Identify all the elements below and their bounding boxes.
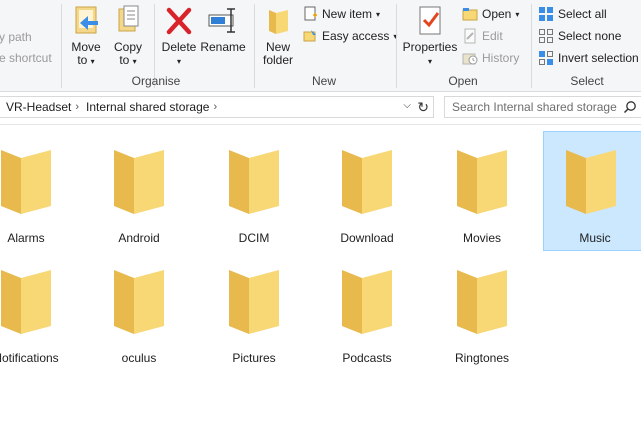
properties-button[interactable]: Properties ▾ <box>402 4 458 68</box>
select-all-icon <box>539 7 553 21</box>
breadcrumb-separator-icon[interactable]: › <box>213 101 217 113</box>
history-label: History <box>482 51 520 65</box>
select-none-label: Select none <box>558 29 622 43</box>
folder-icon <box>229 270 279 334</box>
chevron-down-icon: ▾ <box>132 57 137 66</box>
rename-button[interactable]: Rename <box>200 4 246 54</box>
edit-label: Edit <box>482 29 503 43</box>
delete-label: Delete <box>161 40 197 54</box>
breadcrumb-vr-headset[interactable]: VR-Headset <box>0 100 75 114</box>
folder-icon <box>114 150 164 214</box>
new-item-button[interactable]: New item ▾ <box>302 4 380 24</box>
new-item-icon <box>304 6 317 21</box>
folder-item-selected[interactable]: Music <box>543 131 641 251</box>
chevron-down-icon: ▾ <box>90 57 95 66</box>
rename-label: Rename <box>200 40 246 54</box>
search-input[interactable]: Search Internal shared storage <box>444 96 641 118</box>
folder-icon <box>342 150 392 214</box>
group-divider <box>254 4 255 88</box>
new-folder-button[interactable]: New folder <box>258 4 298 67</box>
edit-button[interactable]: Edit <box>462 26 503 46</box>
easy-access-icon <box>303 30 316 42</box>
invert-selection-label: Invert selection <box>558 51 639 65</box>
folder-icon <box>1 150 51 214</box>
folder-icon <box>229 150 279 214</box>
folder-icon <box>342 270 392 334</box>
select-all-label: Select all <box>558 7 607 21</box>
copy-to-icon <box>118 5 139 32</box>
open-icon <box>462 8 478 21</box>
select-group-label: Select <box>570 74 604 88</box>
folder-item[interactable]: Podcasts <box>318 252 416 370</box>
address-bar[interactable]: VR-Headset › Internal shared storage › ⌵… <box>0 96 434 118</box>
chevron-down-icon: ▾ <box>176 57 181 66</box>
group-divider <box>396 4 397 88</box>
folder-item[interactable]: Alarms <box>0 132 75 250</box>
folder-item[interactable]: Download <box>318 132 416 250</box>
folder-icon <box>457 270 507 334</box>
folder-name: Ringtones <box>454 351 510 365</box>
folder-item[interactable]: Movies <box>433 132 531 250</box>
folder-item[interactable]: Ringtones <box>433 252 531 370</box>
new-folder-icon <box>269 10 288 34</box>
address-bar-row: VR-Headset › Internal shared storage › ⌵… <box>0 92 641 125</box>
chevron-down-icon: ▾ <box>515 9 520 19</box>
easy-access-button[interactable]: Easy access ▾ <box>302 26 397 46</box>
breadcrumb-internal-storage[interactable]: Internal shared storage <box>79 100 213 114</box>
group-divider <box>61 4 62 88</box>
easy-access-label: Easy access <box>322 29 390 43</box>
folder-item[interactable]: DCIM <box>205 132 303 250</box>
move-to-button[interactable]: Move to ▾ <box>66 4 106 68</box>
organise-group-label: Organise <box>131 74 181 88</box>
copy-path-button[interactable]: y path <box>0 27 32 47</box>
copy-path-label: y path <box>0 30 32 44</box>
edit-icon <box>464 28 476 44</box>
chevron-down-icon: ▾ <box>376 9 381 19</box>
invert-selection-button[interactable]: Invert selection <box>538 48 639 68</box>
copy-to-label-2: to <box>119 53 130 67</box>
move-to-icon <box>75 6 98 34</box>
new-folder-label-2: folder <box>262 53 294 67</box>
delete-icon <box>166 7 192 35</box>
folder-icon <box>1 270 51 334</box>
select-none-button[interactable]: Select none <box>538 26 621 46</box>
address-dropdown-icon[interactable]: ⌵ <box>403 100 411 111</box>
properties-label: Properties <box>402 40 458 54</box>
open-group-label: Open <box>448 74 478 88</box>
select-none-icon <box>539 29 553 43</box>
folder-item[interactable]: oculus <box>90 252 188 370</box>
paste-shortcut-button[interactable]: e shortcut <box>0 48 52 68</box>
rename-icon <box>208 8 235 33</box>
refresh-icon[interactable]: ↻ <box>417 99 429 116</box>
paste-shortcut-label: e shortcut <box>0 51 52 65</box>
folder-icon <box>457 150 507 214</box>
select-all-button[interactable]: Select all <box>538 4 607 24</box>
history-button[interactable]: History <box>462 48 519 68</box>
history-icon <box>462 53 478 65</box>
folder-item[interactable]: Pictures <box>205 252 303 370</box>
open-label: Open <box>482 7 512 21</box>
move-to-label-2: to <box>77 53 88 67</box>
folder-icon <box>114 270 164 334</box>
open-button[interactable]: Open ▾ <box>462 4 519 24</box>
new-group-label: New <box>311 74 336 88</box>
invert-selection-icon <box>539 51 553 65</box>
folder-item[interactable]: Notifications <box>0 252 75 370</box>
properties-icon <box>419 6 441 35</box>
delete-button[interactable]: Delete ▾ <box>158 4 200 68</box>
new-item-label: New item <box>322 7 373 21</box>
folder-item[interactable]: Android <box>90 132 188 250</box>
folder-icon <box>566 150 616 214</box>
group-divider <box>531 4 532 88</box>
copy-to-button[interactable]: Copy to ▾ <box>108 4 148 68</box>
chevron-down-icon: ▾ <box>427 57 432 66</box>
folder-name: Music <box>579 231 611 245</box>
ribbon: y path e shortcut Move to ▾ Copy to ▾ De… <box>0 0 641 92</box>
search-icon[interactable] <box>623 100 637 114</box>
search-placeholder: Search Internal shared storage <box>452 100 617 114</box>
